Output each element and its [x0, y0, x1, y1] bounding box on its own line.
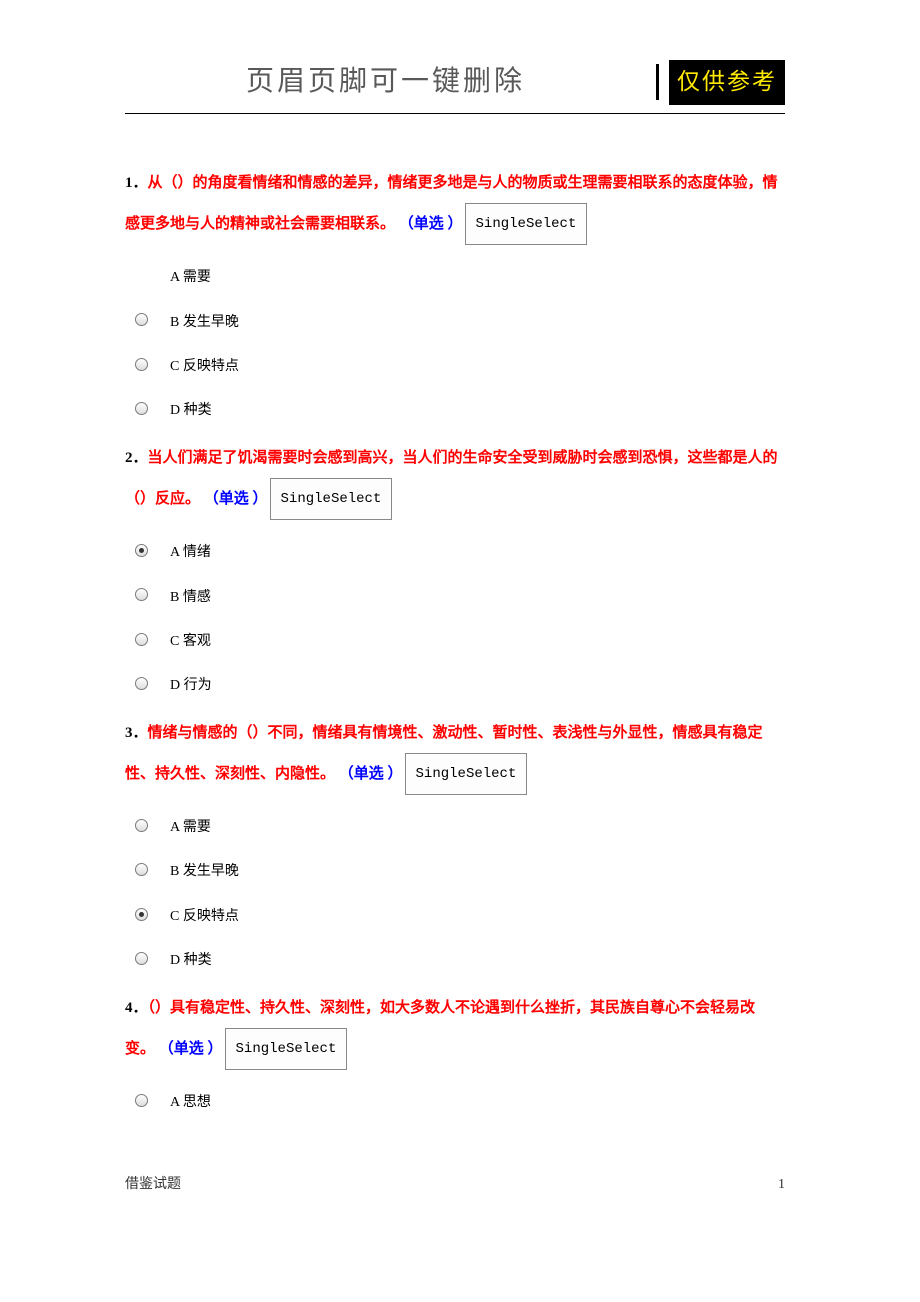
option-row[interactable]: A 情绪: [135, 536, 785, 564]
option-label: C 客观: [170, 625, 211, 653]
option-row[interactable]: D 种类: [135, 944, 785, 972]
option-label: D 种类: [170, 394, 212, 422]
single-select-tag: SingleSelect: [225, 1028, 348, 1070]
option-row[interactable]: A 需要: [135, 811, 785, 839]
question-type: （单选 ）: [339, 766, 403, 782]
single-select-tag: SingleSelect: [405, 753, 528, 795]
option-label: D 行为: [170, 669, 212, 697]
radio-button[interactable]: [135, 952, 148, 965]
question-block: 1．从（）的角度看情绪和情感的差异，情绪更多地是与人的物质或生理需要相联系的态度…: [125, 164, 785, 423]
option-label: A 需要: [170, 261, 211, 289]
option-row[interactable]: C 客观: [135, 625, 785, 653]
radio-button[interactable]: [135, 633, 148, 646]
question-block: 4．（）具有稳定性、持久性、深刻性，如大多数人不论遇到什么挫折，其民族自尊心不会…: [125, 989, 785, 1115]
option-row[interactable]: B 发生早晚: [135, 306, 785, 334]
option-row[interactable]: B 发生早晚: [135, 855, 785, 883]
header-divider: [656, 64, 659, 100]
single-select-tag: SingleSelect: [270, 478, 393, 520]
option-row[interactable]: C 反映特点: [135, 350, 785, 378]
option-row[interactable]: D 行为: [135, 669, 785, 697]
options-list: A 思想: [125, 1086, 785, 1114]
options-list: A 情绪 B 情感 C 客观 D 行为: [125, 536, 785, 698]
header-title: 页眉页脚可一键删除: [125, 60, 646, 105]
question-block: 3．情绪与情感的（）不同，情绪具有情境性、激动性、暂时性、表浅性与外显性，情感具…: [125, 714, 785, 973]
header-badge: 仅供参考: [669, 60, 785, 105]
questions-container: 1．从（）的角度看情绪和情感的差异，情绪更多地是与人的物质或生理需要相联系的态度…: [125, 164, 785, 1115]
radio-button[interactable]: [135, 908, 148, 921]
option-row[interactable]: D 种类: [135, 394, 785, 422]
question-number: 1．: [125, 175, 148, 191]
question-type: （单选 ）: [204, 491, 268, 507]
single-select-tag: SingleSelect: [465, 203, 588, 245]
radio-button[interactable]: [135, 544, 148, 557]
option-label: B 发生早晚: [170, 855, 239, 883]
footer-left: 借鉴试题: [125, 1174, 181, 1196]
question-number: 3．: [125, 725, 148, 741]
radio-button[interactable]: [135, 313, 148, 326]
radio-button[interactable]: [135, 863, 148, 876]
radio-button[interactable]: [135, 588, 148, 601]
question-number: 4．: [125, 1000, 148, 1016]
question-text: 4．（）具有稳定性、持久性、深刻性，如大多数人不论遇到什么挫折，其民族自尊心不会…: [125, 989, 785, 1070]
option-row[interactable]: C 反映特点: [135, 900, 785, 928]
radio-button[interactable]: [135, 358, 148, 371]
question-text: 2．当人们满足了饥渴需要时会感到高兴，当人们的生命安全受到威胁时会感到恐惧，这些…: [125, 439, 785, 520]
question-type: （单选 ）: [159, 1041, 223, 1057]
radio-button[interactable]: [135, 677, 148, 690]
option-label: A 情绪: [170, 536, 211, 564]
radio-button[interactable]: [135, 1094, 148, 1107]
option-label: D 种类: [170, 944, 212, 972]
question-text: 3．情绪与情感的（）不同，情绪具有情境性、激动性、暂时性、表浅性与外显性，情感具…: [125, 714, 785, 795]
page-footer: 借鉴试题 1: [125, 1174, 785, 1196]
option-label: B 情感: [170, 581, 211, 609]
option-row[interactable]: A 需要: [135, 261, 785, 289]
option-label: C 反映特点: [170, 350, 239, 378]
footer-page-number: 1: [778, 1174, 785, 1196]
question-type: （单选 ）: [399, 216, 463, 232]
page-header: 页眉页脚可一键删除 仅供参考: [125, 60, 785, 114]
option-label: C 反映特点: [170, 900, 239, 928]
options-list: A 需要 B 发生早晚 C 反映特点 D 种类: [125, 261, 785, 423]
option-row[interactable]: B 情感: [135, 581, 785, 609]
option-label: B 发生早晚: [170, 306, 239, 334]
question-number: 2．: [125, 450, 148, 466]
option-label: A 思想: [170, 1086, 211, 1114]
option-label: A 需要: [170, 811, 211, 839]
radio-button[interactable]: [135, 819, 148, 832]
option-row[interactable]: A 思想: [135, 1086, 785, 1114]
question-text: 1．从（）的角度看情绪和情感的差异，情绪更多地是与人的物质或生理需要相联系的态度…: [125, 164, 785, 245]
question-block: 2．当人们满足了饥渴需要时会感到高兴，当人们的生命安全受到威胁时会感到恐惧，这些…: [125, 439, 785, 698]
options-list: A 需要 B 发生早晚 C 反映特点 D 种类: [125, 811, 785, 973]
radio-button[interactable]: [135, 402, 148, 415]
